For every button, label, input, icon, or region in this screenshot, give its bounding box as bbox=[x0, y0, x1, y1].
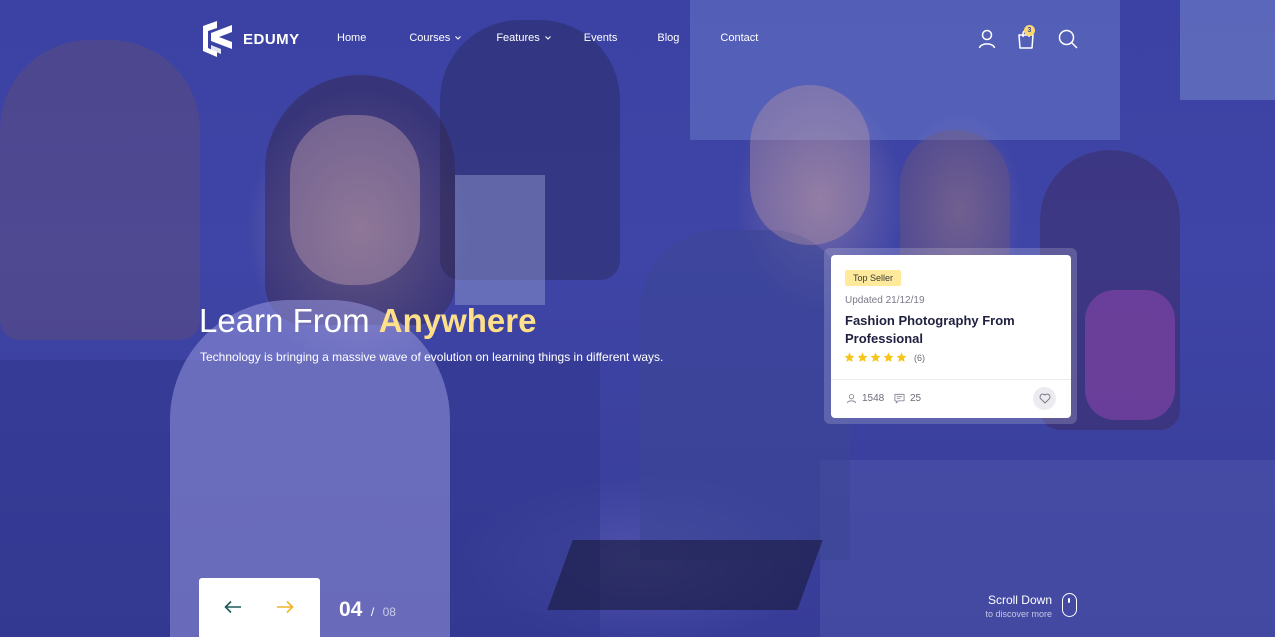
top-seller-badge: Top Seller bbox=[845, 270, 902, 286]
slide-separator: / bbox=[370, 605, 375, 619]
brand-name: EDUMY bbox=[243, 30, 300, 48]
nav-label: Blog bbox=[657, 32, 680, 44]
mouse-scroll-icon[interactable] bbox=[1062, 593, 1077, 617]
scroll-hint: Scroll Down to discover more bbox=[940, 593, 1052, 619]
hero-title: Learn From Anywhere bbox=[199, 302, 536, 340]
favorite-button[interactable] bbox=[1033, 387, 1056, 410]
hero-title-accent: Anywhere bbox=[378, 302, 537, 339]
heart-icon bbox=[1039, 393, 1050, 404]
rating-count: (6) bbox=[914, 352, 925, 363]
comments-count-value: 25 bbox=[910, 393, 922, 404]
star-icon bbox=[896, 352, 907, 362]
search-icon[interactable] bbox=[1057, 28, 1079, 50]
nav-item-courses[interactable]: Courses bbox=[409, 32, 462, 44]
slide-current: 04 bbox=[339, 598, 363, 621]
star-icon bbox=[857, 352, 868, 362]
background-student-face bbox=[750, 85, 870, 245]
arrow-right-icon[interactable] bbox=[276, 600, 294, 614]
slider-controls bbox=[199, 578, 320, 637]
user-icon[interactable] bbox=[976, 28, 998, 50]
user-icon bbox=[846, 394, 857, 404]
chevron-down-icon bbox=[455, 36, 462, 40]
hero-section: EDUMY Home Courses Features Events Blog … bbox=[0, 0, 1275, 637]
star-icon bbox=[844, 352, 855, 362]
nav-item-blog[interactable]: Blog bbox=[657, 32, 679, 44]
students-count-value: 1548 bbox=[862, 393, 885, 404]
slide-counter: 04 / 08 bbox=[339, 598, 396, 622]
edumy-logo-icon bbox=[203, 21, 232, 57]
background-laptop bbox=[547, 540, 823, 610]
nav-label: Courses bbox=[409, 32, 451, 44]
star-icon bbox=[883, 352, 894, 362]
site-header: EDUMY Home Courses Features Events Blog … bbox=[0, 0, 1275, 80]
chevron-down-icon bbox=[544, 36, 551, 40]
nav-item-features[interactable]: Features bbox=[496, 32, 551, 44]
star-icon bbox=[870, 352, 881, 362]
background-student bbox=[640, 230, 850, 560]
scroll-hint-title: Scroll Down bbox=[987, 593, 1052, 607]
main-nav: Home Courses Features Events Blog Contac… bbox=[337, 32, 758, 44]
nav-label: Events bbox=[583, 32, 618, 44]
nav-label: Contact bbox=[720, 32, 759, 44]
course-card[interactable]: Top Seller Updated 21/12/19 Fashion Phot… bbox=[831, 255, 1071, 418]
nav-item-contact[interactable]: Contact bbox=[720, 32, 758, 44]
background-student-face bbox=[290, 115, 420, 285]
background-student bbox=[0, 40, 200, 340]
course-title[interactable]: Fashion Photography From Professional bbox=[845, 312, 1050, 348]
nav-item-events[interactable]: Events bbox=[584, 32, 618, 44]
hero-subtitle: Technology is bringing a massive wave of… bbox=[200, 350, 664, 364]
course-updated-date: Updated 21/12/19 bbox=[845, 295, 925, 306]
course-rating: (6) bbox=[844, 352, 925, 363]
comment-icon bbox=[894, 393, 905, 404]
card-divider bbox=[831, 379, 1071, 380]
background-clothing bbox=[1085, 290, 1175, 420]
scroll-hint-subtitle: to discover more bbox=[985, 609, 1052, 619]
slide-total: 08 bbox=[382, 605, 396, 619]
nav-item-home[interactable]: Home bbox=[337, 32, 366, 44]
logo[interactable]: EDUMY bbox=[199, 20, 300, 58]
hero-title-prefix: Learn From bbox=[199, 302, 370, 339]
students-count: 1548 bbox=[846, 393, 884, 404]
nav-label: Home bbox=[337, 32, 367, 44]
comments-count: 25 bbox=[894, 393, 921, 404]
nav-label: Features bbox=[496, 32, 540, 44]
arrow-left-icon[interactable] bbox=[224, 600, 242, 614]
background-laptop bbox=[455, 175, 545, 305]
cart-count-badge: 3 bbox=[1024, 25, 1035, 36]
